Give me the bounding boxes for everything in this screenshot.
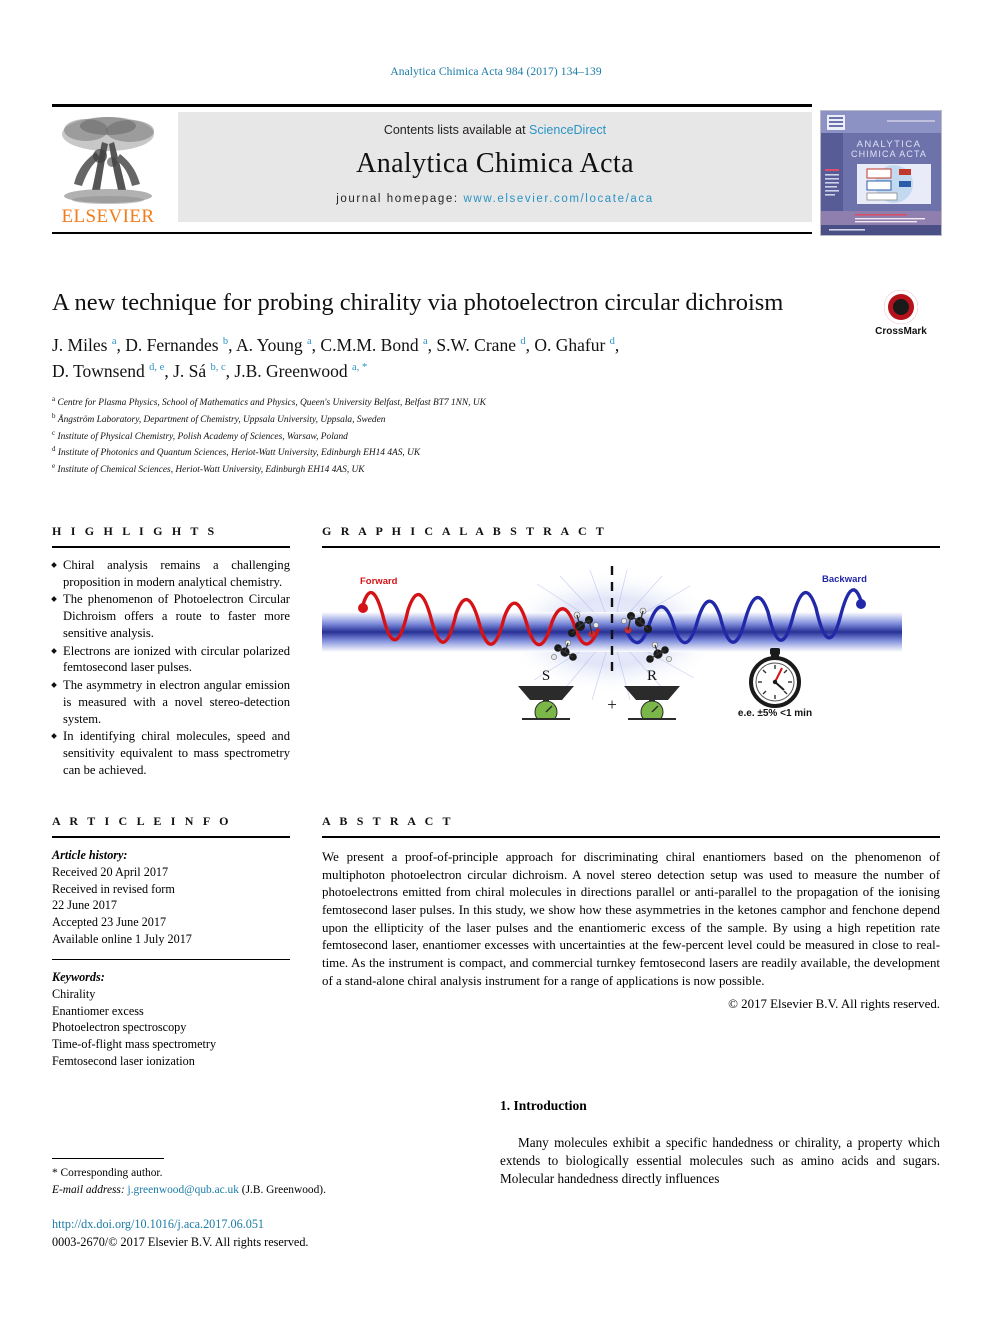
affiliation-item: c Institute of Physical Chemistry, Polis… xyxy=(52,428,348,442)
label-plus: + xyxy=(607,695,617,714)
article-info-heading: A R T I C L E I N F O xyxy=(52,814,232,828)
graphical-abstract-figure: Forward Backward S + R e.e. ±5% <1 min xyxy=(322,560,902,720)
journal-article-page: Analytica Chimica Acta 984 (2017) 134–13… xyxy=(0,0,992,1323)
affiliation-list: a Centre for Plasma Physics, School of M… xyxy=(52,394,852,478)
elsevier-tree-icon xyxy=(62,117,154,204)
abstract-heading: A B S T R A C T xyxy=(322,814,454,828)
email-line: E-mail address: j.greenwood@qub.ac.uk (J… xyxy=(52,1182,382,1199)
affiliation-item: a Centre for Plasma Physics, School of M… xyxy=(52,395,486,409)
journal-cover-art: ANALYTICA CHIMICA ACTA xyxy=(821,111,941,235)
doi-link[interactable]: http://dx.doi.org/10.1016/j.aca.2017.06.… xyxy=(52,1216,472,1234)
author-line-2: D. Townsend d, e, J. Sá b, c, J.B. Green… xyxy=(52,360,368,381)
email-owner: (J.B. Greenwood). xyxy=(241,1183,326,1196)
affiliation-item: e Institute of Chemical Sciences, Heriot… xyxy=(52,461,365,476)
list-item: Electrons are ionized with circular pola… xyxy=(52,643,290,676)
masthead-bottom-rule xyxy=(52,232,812,234)
corresponding-author-footnote: * Corresponding author. E-mail address: … xyxy=(52,1158,382,1198)
article-info-section: A R T I C L E I N F O Article history: R… xyxy=(52,814,290,1070)
affiliation-item: d Institute of Photonics and Quantum Sci… xyxy=(52,445,421,459)
svg-text:R: R xyxy=(647,668,657,684)
journal-homepage-line: journal homepage: www.elsevier.com/locat… xyxy=(178,193,812,205)
graphical-abstract-section: G R A P H I C A L A B S T R A C T Forwar… xyxy=(322,524,940,720)
running-head: Analytica Chimica Acta 984 (2017) 134–13… xyxy=(390,66,602,78)
article-info-divider xyxy=(52,958,290,960)
graphical-abstract-artwork: Forward Backward S + R e.e. ±5% <1 min xyxy=(322,560,902,720)
crossmark-label: CrossMark xyxy=(875,326,927,337)
graphical-abstract-heading: G R A P H I C A L A B S T R A C T xyxy=(322,524,608,538)
affiliation-item: b Ångström Laboratory, Department of Che… xyxy=(52,411,386,425)
article-title: A new technique for probing chirality vi… xyxy=(52,289,784,316)
svg-text:S: S xyxy=(542,668,550,684)
keyword-item: Chirality xyxy=(52,986,96,1001)
masthead-center-panel: Contents lists available at ScienceDirec… xyxy=(178,112,812,222)
history-item: Received in revised form xyxy=(52,881,175,896)
history-item: 22 June 2017 xyxy=(52,898,117,913)
list-item: The asymmetry in electron angular emissi… xyxy=(52,677,290,727)
contents-prefix: Contents lists available at xyxy=(383,123,530,137)
footnote-rule xyxy=(52,1158,164,1159)
corresponding-author-line: * Corresponding author. xyxy=(52,1167,163,1179)
highlights-heading: H I G H L I G H T S xyxy=(52,524,218,538)
affiliation-text: Ångström Laboratory, Department of Chemi… xyxy=(57,414,386,425)
homepage-prefix: journal homepage: xyxy=(336,193,464,205)
list-item: In identifying chiral molecules, speed a… xyxy=(52,728,290,778)
highlights-rule xyxy=(52,546,290,548)
highlights-section: H I G H L I G H T S Chiral analysis rema… xyxy=(52,524,290,780)
journal-masthead: ELSEVIER Contents lists available at Sci… xyxy=(52,104,942,236)
history-item: Received 20 April 2017 xyxy=(52,864,169,879)
introduction-paragraph: Many molecules exhibit a specific handed… xyxy=(500,1135,940,1186)
affiliation-text: Centre for Plasma Physics, School of Mat… xyxy=(57,398,486,409)
issn-copyright-line: 0003-2670/© 2017 Elsevier B.V. All right… xyxy=(52,1234,309,1249)
article-info-rule xyxy=(52,836,290,838)
masthead-top-rule xyxy=(52,104,812,107)
email-label: E-mail address: xyxy=(52,1183,125,1196)
journal-homepage-link[interactable]: www.elsevier.com/locate/aca xyxy=(464,193,654,205)
keywords-label: Keywords: xyxy=(52,969,105,984)
affiliation-text: Institute of Chemical Sciences, Heriot-W… xyxy=(57,465,365,476)
list-item: The phenomenon of Photoelectron Circular… xyxy=(52,591,290,641)
keywords-block: Keywords: Chirality Enantiomer excess Ph… xyxy=(52,969,290,1070)
page-footer: http://dx.doi.org/10.1016/j.aca.2017.06.… xyxy=(52,1216,472,1251)
keyword-item: Time-of-flight mass spectrometry xyxy=(52,1037,217,1052)
crossmark-icon-center xyxy=(893,299,909,315)
introduction-section: 1. Introduction Many molecules exhibit a… xyxy=(500,1098,940,1188)
email-link[interactable]: j.greenwood@qub.ac.uk xyxy=(128,1184,239,1196)
affiliation-text: Institute of Photonics and Quantum Scien… xyxy=(57,448,421,459)
svg-text:CHIMICA ACTA: CHIMICA ACTA xyxy=(851,149,927,159)
graphical-abstract-rule xyxy=(322,546,940,548)
sciencedirect-link[interactable]: ScienceDirect xyxy=(529,123,606,137)
list-item: Chiral analysis remains a challenging pr… xyxy=(52,557,290,590)
contents-available-line: Contents lists available at ScienceDirec… xyxy=(178,123,812,137)
label-forward: Forward xyxy=(360,576,398,587)
highlights-list: Chiral analysis remains a challenging pr… xyxy=(52,557,290,779)
elsevier-logo: ELSEVIER xyxy=(52,112,164,230)
introduction-heading: 1. Introduction xyxy=(500,1098,587,1113)
crossmark-icon xyxy=(884,290,918,324)
journal-cover-thumbnail: ANALYTICA CHIMICA ACTA xyxy=(820,110,942,236)
article-history-label: Article history: xyxy=(52,848,128,862)
label-backward: Backward xyxy=(822,574,867,585)
keyword-item: Photoelectron spectroscopy xyxy=(52,1020,187,1035)
author-list: J. Miles a, D. Fernandes b, A. Young a, … xyxy=(52,333,852,384)
elsevier-wordmark: ELSEVIER xyxy=(61,206,155,227)
title-block: A new technique for probing chirality vi… xyxy=(52,288,852,478)
abstract-rule xyxy=(322,836,940,838)
affiliation-text: Institute of Physical Chemistry, Polish … xyxy=(57,431,348,442)
author-line-1: J. Miles a, D. Fernandes b, A. Young a, … xyxy=(52,335,620,356)
crossmark-badge[interactable]: CrossMark xyxy=(862,290,940,337)
stopwatch-caption: e.e. ±5% <1 min xyxy=(738,708,812,719)
history-item: Accepted 23 June 2017 xyxy=(52,915,167,930)
journal-title: Analytica Chimica Acta xyxy=(356,148,634,179)
keyword-item: Enantiomer excess xyxy=(52,1003,144,1018)
history-item: Available online 1 July 2017 xyxy=(52,932,192,947)
keyword-item: Femtosecond laser ionization xyxy=(52,1054,195,1069)
abstract-body: We present a proof-of-principle approach… xyxy=(322,850,940,988)
abstract-section: A B S T R A C T We present a proof-of-pr… xyxy=(322,814,940,1012)
article-history-block: Article history: Received 20 April 2017 … xyxy=(52,847,290,948)
abstract-copyright: © 2017 Elsevier B.V. All rights reserved… xyxy=(728,997,940,1012)
